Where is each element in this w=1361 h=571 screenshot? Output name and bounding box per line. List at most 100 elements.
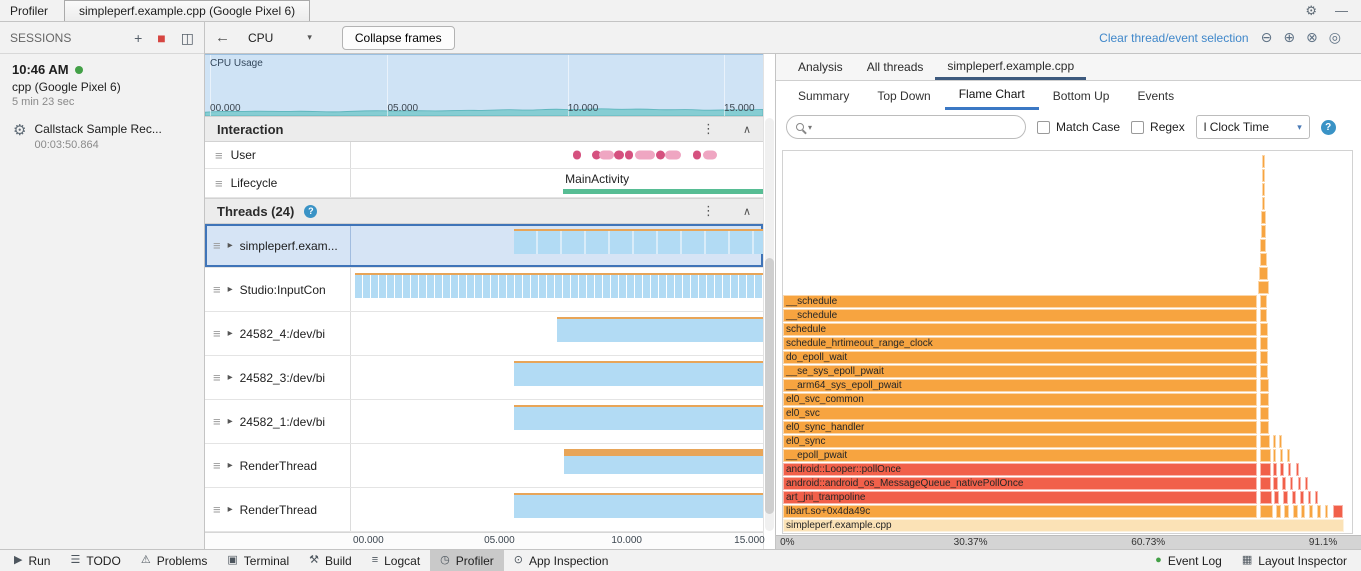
- user-event-marker[interactable]: [655, 150, 665, 160]
- flame-frame[interactable]: [1260, 463, 1271, 476]
- flame-frame[interactable]: [1260, 435, 1271, 448]
- search-history-caret-icon[interactable]: ▾: [808, 123, 812, 132]
- flame-frame[interactable]: [1260, 393, 1269, 406]
- zoom-in-icon[interactable]: ⊕: [1283, 29, 1295, 46]
- thread-name-cell[interactable]: ≡ ▸ simpleperf.exam...: [205, 224, 351, 267]
- flame-frame[interactable]: [1272, 463, 1277, 476]
- flame-frame[interactable]: do_epoll_wait: [783, 351, 1257, 364]
- thread-row[interactable]: ≡ ▸ Studio:InputCon: [205, 268, 763, 312]
- flame-frame[interactable]: [1260, 211, 1266, 224]
- flame-frame[interactable]: [1279, 449, 1283, 462]
- expand-icon[interactable]: ▸: [228, 240, 233, 251]
- statusbar-profiler[interactable]: ◷ Profiler: [430, 550, 504, 571]
- flame-frame[interactable]: [1283, 491, 1288, 504]
- thread-name-cell[interactable]: ≡ ▸ RenderThread: [205, 488, 351, 531]
- flame-frame[interactable]: [1309, 505, 1313, 518]
- tab-simpleperf-example-cpp[interactable]: simpleperf.example.cpp: [935, 54, 1087, 80]
- flame-frame[interactable]: [1260, 379, 1269, 392]
- interaction-section-header[interactable]: Interaction ⋮ ∧: [205, 116, 763, 142]
- flame-frame[interactable]: [1260, 421, 1270, 434]
- user-event-marker[interactable]: [613, 150, 624, 160]
- thread-name-cell[interactable]: ≡ ▸ 24582_3:/dev/bi: [205, 356, 351, 399]
- collapse-section-icon[interactable]: ∧: [743, 123, 751, 136]
- expand-icon[interactable]: ▸: [228, 284, 233, 295]
- user-event-marker[interactable]: [692, 150, 701, 160]
- tab-simpleperf-session[interactable]: simpleperf.example.cpp (Google Pixel 6): [64, 0, 311, 21]
- flame-frame[interactable]: [1260, 365, 1269, 378]
- user-event-marker[interactable]: [703, 150, 718, 160]
- flame-frame[interactable]: el0_sync: [783, 435, 1257, 448]
- zoom-to-selection-icon[interactable]: ◎: [1329, 29, 1341, 46]
- flame-frame[interactable]: [1287, 463, 1291, 476]
- flame-frame[interactable]: __arm64_sys_epoll_pwait: [783, 379, 1257, 392]
- add-session-icon[interactable]: +: [134, 31, 142, 45]
- flame-frame[interactable]: [1260, 477, 1272, 490]
- settings-icon[interactable]: ⚙: [1296, 3, 1326, 19]
- thread-row[interactable]: ≡ ▸ simpleperf.exam...: [205, 224, 763, 268]
- thread-track[interactable]: [351, 400, 763, 443]
- flame-frame[interactable]: android::android_os_MessageQueue_nativeP…: [783, 477, 1257, 490]
- flame-chart[interactable]: __schedule __schedule schedule schedule_hrt…: [782, 150, 1353, 534]
- flame-frame[interactable]: [1261, 197, 1265, 210]
- stop-recording-icon[interactable]: ■: [157, 31, 165, 45]
- expand-icon[interactable]: ▸: [228, 504, 233, 515]
- flame-frame[interactable]: [1273, 477, 1279, 490]
- collapse-frames-button[interactable]: Collapse frames: [341, 25, 455, 50]
- flame-frame[interactable]: el0_svc_common: [783, 393, 1257, 406]
- flame-frame[interactable]: [1325, 505, 1329, 518]
- kebab-menu-icon[interactable]: ⋮: [702, 121, 715, 137]
- statusbar-build[interactable]: ⚒ Build: [299, 550, 362, 571]
- tab-all-threads[interactable]: All threads: [855, 54, 936, 80]
- match-case-checkbox[interactable]: [1037, 120, 1050, 134]
- drag-handle-icon[interactable]: ≡: [213, 370, 221, 385]
- thread-row[interactable]: ≡ ▸ 24582_4:/dev/bi: [205, 312, 763, 356]
- interaction-row-lifecycle[interactable]: ≡ Lifecycle MainActivity: [205, 169, 763, 198]
- flame-frame[interactable]: [1295, 463, 1299, 476]
- user-event-marker[interactable]: [665, 150, 682, 160]
- match-case-option[interactable]: Match Case: [1037, 120, 1120, 134]
- statusbar-event-log[interactable]: ● Event Log: [1145, 550, 1232, 571]
- flame-frame[interactable]: [1289, 477, 1294, 490]
- help-icon[interactable]: ?: [304, 204, 318, 218]
- drag-handle-icon[interactable]: ≡: [215, 176, 223, 191]
- clock-type-dropdown[interactable]: l Clock Time ▾: [1195, 115, 1310, 139]
- flame-frame[interactable]: libart.so+0x4da49c: [783, 505, 1257, 518]
- flame-frame[interactable]: schedule_hrtimeout_range_clock: [783, 337, 1257, 350]
- flame-frame[interactable]: [1260, 295, 1268, 308]
- drag-handle-icon[interactable]: ≡: [213, 458, 221, 473]
- flame-frame[interactable]: [1260, 239, 1267, 252]
- user-events-track[interactable]: [351, 142, 763, 168]
- thread-row[interactable]: ≡ ▸ RenderThread: [205, 444, 763, 488]
- regex-option[interactable]: Regex: [1131, 120, 1185, 134]
- drag-handle-icon[interactable]: ≡: [215, 148, 223, 163]
- statusbar-run[interactable]: ▶ Run: [4, 550, 60, 571]
- flame-frame[interactable]: [1332, 505, 1344, 518]
- expand-icon[interactable]: ▸: [228, 460, 233, 471]
- flame-frame[interactable]: [1260, 225, 1266, 238]
- subtab-bottom-up[interactable]: Bottom Up: [1039, 81, 1124, 110]
- flame-frame[interactable]: [1293, 505, 1298, 518]
- flame-frame[interactable]: [1260, 323, 1268, 336]
- statusbar-terminal[interactable]: ▣ Terminal: [217, 550, 299, 571]
- thread-track[interactable]: [351, 224, 763, 267]
- thread-row[interactable]: ≡ ▸ 24582_3:/dev/bi: [205, 356, 763, 400]
- user-event-marker[interactable]: [573, 150, 582, 160]
- flame-frame[interactable]: __schedule: [783, 295, 1257, 308]
- statusbar-logcat[interactable]: ≡ Logcat: [362, 550, 430, 571]
- flame-frame[interactable]: [1260, 491, 1272, 504]
- flame-frame[interactable]: [1272, 449, 1277, 462]
- drag-handle-icon[interactable]: ≡: [213, 238, 221, 253]
- flame-frame[interactable]: __se_sys_epoll_pwait: [783, 365, 1257, 378]
- statusbar-layout-inspector[interactable]: ▦ Layout Inspector: [1232, 550, 1357, 571]
- statusbar-app-inspection[interactable]: ⊙ App Inspection: [504, 550, 619, 571]
- flame-frame[interactable]: [1258, 281, 1270, 294]
- process-selector-dropdown[interactable]: CPU ▾: [242, 31, 318, 45]
- kebab-menu-icon[interactable]: ⋮: [702, 203, 715, 219]
- statusbar-problems[interactable]: ⚠ Problems: [131, 550, 218, 571]
- flame-frame[interactable]: [1317, 505, 1321, 518]
- flame-frame[interactable]: [1274, 491, 1280, 504]
- threads-section-header[interactable]: Threads (24) ? ⋮ ∧: [205, 198, 763, 224]
- flame-frame[interactable]: [1272, 435, 1276, 448]
- user-event-marker[interactable]: [624, 150, 633, 160]
- collapse-section-icon[interactable]: ∧: [743, 205, 751, 218]
